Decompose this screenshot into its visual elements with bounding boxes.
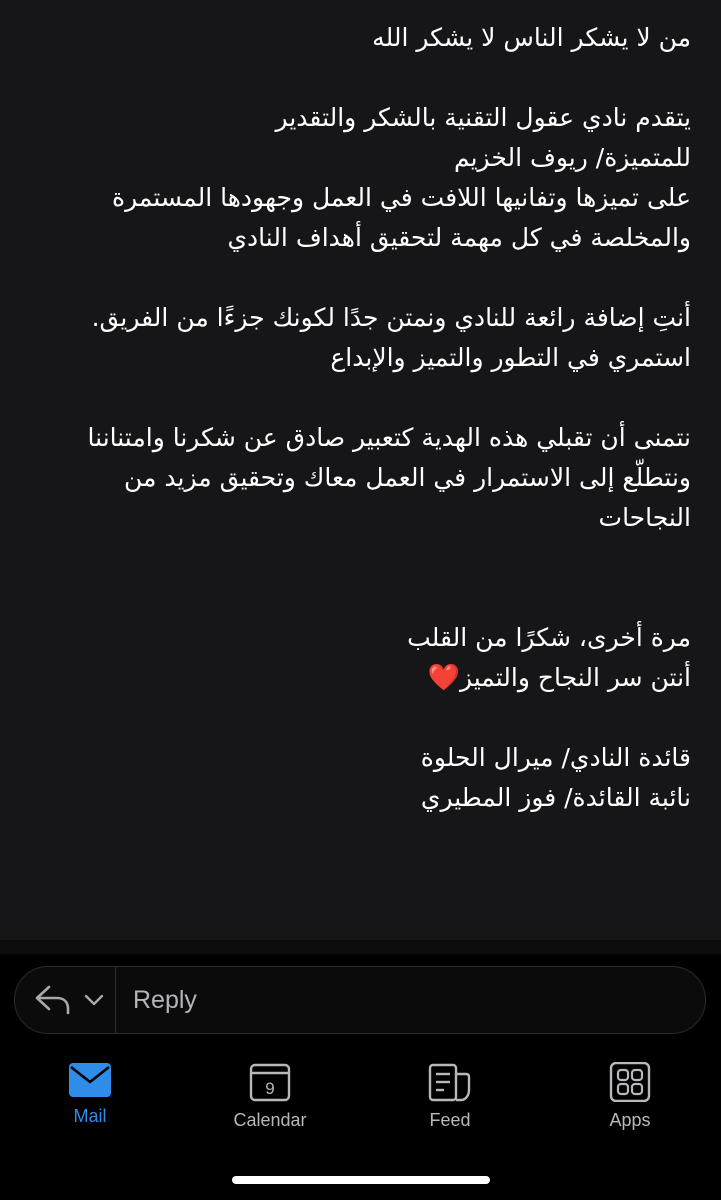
message-line: قائدة النادي/ ميرال الحلوة — [420, 743, 691, 772]
mail-icon — [69, 1063, 111, 1097]
message-line: نتمنى أن تقبلي هذه الهدية كتعبير صادق عن… — [87, 423, 691, 452]
message-line: نائبة القائدة/ فوز المطيري — [420, 783, 691, 812]
tab-calendar[interactable]: 9 Calendar — [210, 1056, 330, 1146]
message-line: من لا يشكر الناس لا يشكر الله — [372, 23, 691, 52]
calendar-icon: 9 — [249, 1063, 291, 1102]
message-line: مرة أخرى، شكرًا من القلب — [407, 623, 691, 652]
reply-input[interactable]: Reply — [133, 967, 197, 1033]
tab-label: Mail — [73, 1106, 107, 1126]
message-line: ونتطلّع إلى الاستمرار في العمل معاك وتحق… — [124, 463, 691, 492]
reply-options-button[interactable] — [15, 967, 116, 1033]
message-line-text: أنتن سر النجاح والتميز — [459, 663, 691, 692]
bottom-panel: Reply Mail 9 Calendar Feed Apps — [0, 940, 721, 1200]
message-line: النجاحات — [598, 503, 691, 532]
message-line: على تميزها وتفانيها اللافت في العمل وجهو… — [111, 183, 691, 212]
message-line: والمخلصة في كل مهمة لتحقيق أهداف النادي — [227, 223, 691, 252]
calendar-day: 9 — [265, 1079, 274, 1098]
home-indicator[interactable] — [232, 1176, 490, 1184]
tab-apps[interactable]: Apps — [570, 1056, 690, 1146]
message-line: استمري في التطور والتميز والإبداع — [330, 343, 691, 372]
message-line: أنتِ إضافة رائعة للنادي ونمتن جدًا لكونك… — [91, 303, 691, 332]
chevron-down-icon — [84, 994, 104, 1006]
reply-arrow-icon — [35, 985, 70, 1015]
tab-label: Feed — [429, 1110, 471, 1130]
tab-feed[interactable]: Feed — [390, 1056, 510, 1146]
divider — [0, 940, 721, 954]
tab-mail[interactable]: Mail — [30, 1056, 150, 1146]
message-pane: من لا يشكر الناس لا يشكر الله يتقدم نادي… — [0, 0, 721, 940]
message-line: أنتن سر النجاح والتميز❤️ — [30, 658, 691, 698]
apps-grid-icon — [609, 1062, 651, 1102]
tab-label: Calendar — [233, 1110, 307, 1130]
message-line: يتقدم نادي عقول التقنية بالشكر والتقدير — [275, 103, 691, 132]
reply-bar[interactable]: Reply — [14, 966, 706, 1034]
tab-label: Apps — [609, 1110, 651, 1130]
heart-emoji-icon: ❤️ — [427, 663, 460, 693]
feed-icon — [428, 1063, 471, 1102]
tab-bar: Mail 9 Calendar Feed Apps — [0, 1056, 721, 1146]
message-line: للمتميزة/ ريوف الخزيم — [453, 143, 691, 172]
message-body: من لا يشكر الناس لا يشكر الله يتقدم نادي… — [30, 18, 691, 818]
